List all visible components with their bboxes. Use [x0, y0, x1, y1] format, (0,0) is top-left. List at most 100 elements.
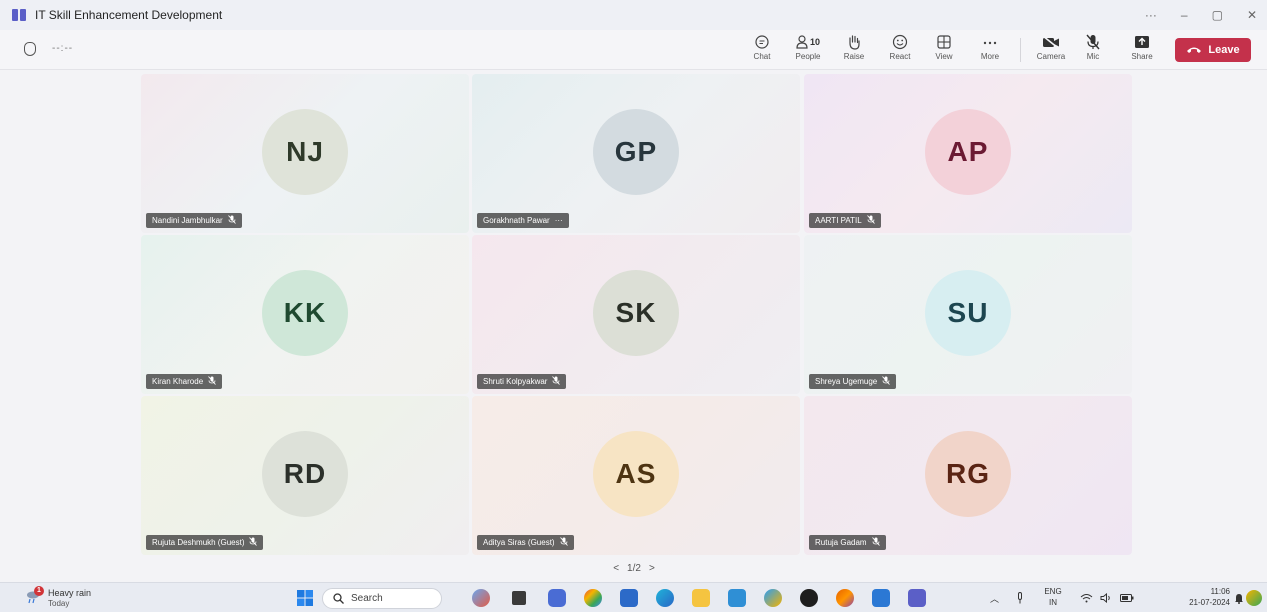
restore-icon[interactable]: ▢	[1212, 8, 1223, 22]
participant-name: AARTI PATIL	[815, 216, 862, 225]
mic-muted-icon	[866, 215, 875, 226]
language-indicator[interactable]: ENG IN	[1040, 586, 1066, 608]
participant-nametag: Nandini Jambhulkar	[146, 213, 242, 228]
mic-off-icon	[1086, 34, 1100, 50]
title-bar: IT Skill Enhancement Development ··· – ▢…	[0, 0, 1267, 30]
participant-nametag: AARTI PATIL	[809, 213, 881, 228]
participant-tile[interactable]: AP AARTI PATIL	[804, 74, 1132, 233]
firefox-browser-icon[interactable]	[836, 589, 854, 607]
chrome-browser-icon[interactable]	[584, 589, 602, 607]
people-label: People	[795, 52, 821, 61]
prev-page-icon[interactable]: <	[613, 563, 619, 574]
store-app-icon[interactable]	[620, 589, 638, 607]
meeting-timer: --:--	[52, 43, 74, 54]
window-more-icon[interactable]: ···	[1145, 8, 1157, 22]
participant-name: Shreya Ugemuge	[815, 377, 878, 386]
share-icon	[1134, 34, 1150, 50]
minimize-icon[interactable]: –	[1181, 8, 1188, 22]
participant-nametag: Rutuja Gadam	[809, 535, 886, 550]
participant-avatar: RD	[262, 430, 348, 517]
mail-app-icon[interactable]	[728, 589, 746, 607]
region-code: IN	[1049, 598, 1057, 607]
participant-nametag: Kiran Kharode	[146, 374, 223, 389]
chat-app-icon[interactable]	[548, 589, 566, 607]
view-button[interactable]: View	[932, 34, 956, 66]
participant-tile[interactable]: AS Aditya Siras (Guest)	[472, 396, 800, 555]
notification-bell-icon[interactable]	[1234, 583, 1244, 612]
tray-mic-icon[interactable]	[1016, 583, 1024, 612]
people-icon-wrap: 10	[796, 34, 820, 50]
file-explorer-icon[interactable]	[692, 589, 710, 607]
search-placeholder: Search	[351, 593, 383, 604]
more-label: More	[980, 52, 1000, 61]
meeting-stage: NJ Nandini Jambhulkar GP Gorakhnath Pawar ··…	[0, 70, 1267, 582]
more-button[interactable]: More	[978, 34, 1002, 66]
people-count: 10	[809, 37, 820, 47]
page-navigator: < 1/2 >	[608, 560, 660, 576]
battery-icon[interactable]	[1120, 583, 1134, 612]
wifi-icon[interactable]	[1080, 583, 1093, 612]
participant-tile[interactable]: RD Rujuta Deshmukh (Guest)	[141, 396, 469, 555]
weather-widget[interactable]: 1 Heavy rain Today	[26, 586, 106, 610]
meeting-toolbar: --:-- Chat 10 People Raise React View Mo…	[0, 30, 1267, 70]
people-icon	[796, 35, 808, 49]
volume-icon[interactable]	[1100, 583, 1113, 612]
react-button[interactable]: React	[888, 34, 912, 66]
taskbar-search[interactable]: Search	[322, 588, 442, 609]
mic-muted-icon	[249, 537, 258, 548]
next-page-icon[interactable]: >	[649, 563, 655, 574]
participant-name: Aditya Siras (Guest)	[483, 538, 555, 547]
more-dots-icon	[982, 34, 998, 50]
windows-start-icon[interactable]	[296, 589, 314, 607]
participant-avatar: AS	[593, 430, 679, 517]
smiley-icon	[892, 34, 908, 50]
participant-avatar: AP	[925, 108, 1011, 195]
window-title: IT Skill Enhancement Development	[35, 8, 223, 22]
tray-overflow-icon[interactable]: ︿	[990, 583, 999, 612]
participant-nametag: Aditya Siras (Guest)	[477, 535, 574, 550]
windows-taskbar: 1 Heavy rain Today Search ︿ ENG IN 11:06…	[0, 582, 1267, 612]
clock-time: 11:06	[1210, 587, 1230, 596]
vscode-app-icon[interactable]	[872, 589, 890, 607]
share-button[interactable]: Share	[1130, 34, 1154, 66]
participant-name: Gorakhnath Pawar	[483, 216, 550, 225]
leave-button[interactable]: Leave	[1175, 38, 1251, 62]
shield-icon[interactable]	[24, 42, 36, 56]
teams-taskbar-icon[interactable]	[908, 589, 926, 607]
react-label: React	[889, 52, 911, 61]
raise-hand-button[interactable]: Raise	[842, 34, 866, 66]
people-button[interactable]: 10 People	[793, 34, 823, 66]
participant-tile[interactable]: GP Gorakhnath Pawar ···	[472, 74, 800, 233]
chat-button[interactable]: Chat	[750, 34, 774, 66]
close-icon[interactable]: ✕	[1247, 8, 1257, 22]
participant-tile[interactable]: RG Rutuja Gadam	[804, 396, 1132, 555]
mic-button[interactable]: Mic	[1083, 34, 1103, 66]
participant-tile[interactable]: KK Kiran Kharode	[141, 235, 469, 394]
weather-alert-badge: 1	[34, 586, 44, 596]
participant-nametag: Shreya Ugemuge	[809, 374, 897, 389]
participant-tile[interactable]: SK Shruti Kolpyakwar	[472, 235, 800, 394]
phone-hangup-icon	[1187, 47, 1202, 53]
participant-name: Nandini Jambhulkar	[152, 216, 223, 225]
page-indicator: 1/2	[627, 562, 641, 574]
github-app-icon[interactable]	[800, 589, 818, 607]
camera-off-icon	[1042, 34, 1060, 50]
participant-avatar: GP	[593, 108, 679, 195]
participant-tile[interactable]: NJ Nandini Jambhulkar	[141, 74, 469, 233]
toolbar-divider	[1020, 38, 1021, 62]
view-label: View	[935, 52, 953, 61]
teams-app-icon	[12, 9, 26, 21]
edge-browser-icon[interactable]	[656, 589, 674, 607]
copilot-tray-icon[interactable]	[1246, 590, 1262, 606]
games-app-icon[interactable]	[472, 589, 490, 607]
participant-tile[interactable]: SU Shreya Ugemuge	[804, 235, 1132, 394]
system-clock[interactable]: 11:06 21-07-2024	[1172, 586, 1230, 608]
task-view-icon[interactable]	[512, 591, 526, 605]
camera-button[interactable]: Camera	[1034, 34, 1068, 66]
participant-nametag: Gorakhnath Pawar ···	[477, 213, 569, 228]
participant-nametag: Rujuta Deshmukh (Guest)	[146, 535, 264, 550]
weather-subtext: Today	[48, 599, 70, 608]
copilot-app-icon[interactable]	[764, 589, 782, 607]
language-code: ENG	[1044, 587, 1062, 596]
mic-muted-icon	[227, 215, 236, 226]
